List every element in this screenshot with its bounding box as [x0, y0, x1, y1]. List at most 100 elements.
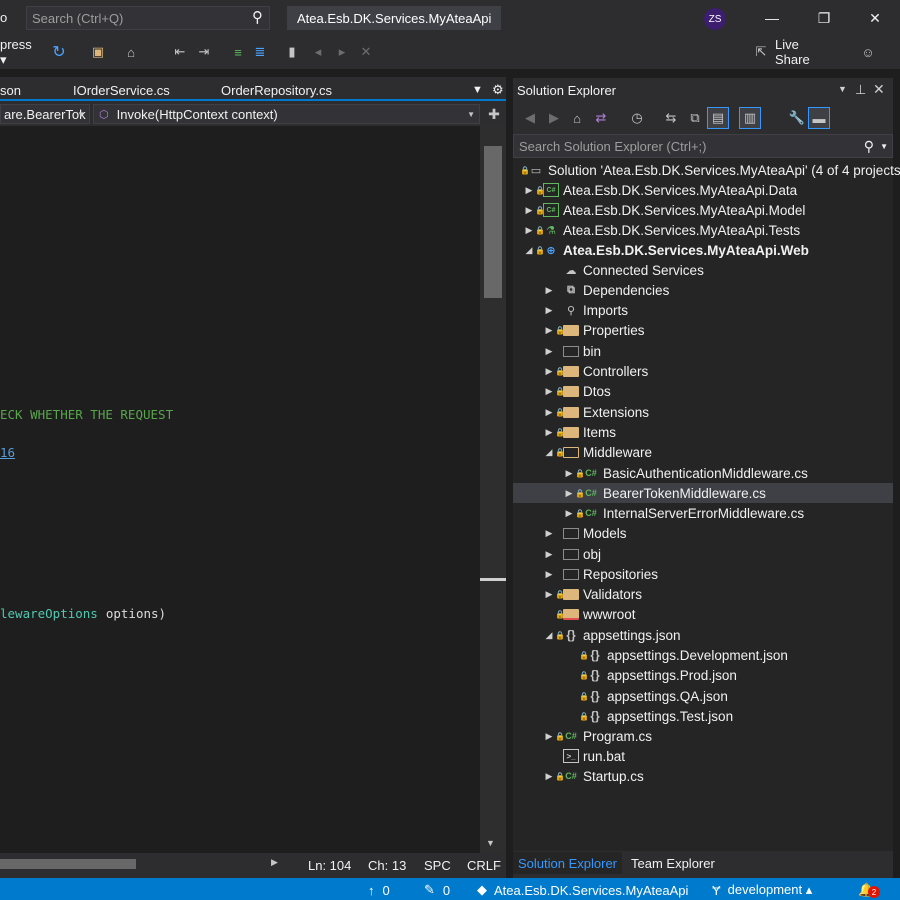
- repository-status[interactable]: ◆ Atea.Esb.DK.Services.MyAteaApi: [477, 882, 688, 898]
- tree-item-project-web[interactable]: ◢ 🔒 ⊕ Atea.Esb.DK.Services.MyAteaApi.Web: [513, 240, 893, 260]
- line-endings[interactable]: CRLF: [467, 857, 501, 873]
- editor-horizontal-scroll-thumb[interactable]: [0, 859, 136, 869]
- tree-item-basic-auth-middleware[interactable]: ▶ 🔒 C# BasicAuthenticationMiddleware.cs: [513, 463, 893, 483]
- push-status[interactable]: ↑ 0: [368, 882, 390, 898]
- expand-arrow-icon[interactable]: ▶: [543, 346, 555, 357]
- expand-arrow-icon[interactable]: ▶: [523, 205, 535, 216]
- next-bookmark-icon[interactable]: ▸: [332, 41, 352, 63]
- tree-item-appsettings[interactable]: ◢ 🔒 {} appsettings.json: [513, 625, 893, 645]
- tree-item-connected-services[interactable]: ☁ Connected Services: [513, 260, 893, 280]
- feedback-icon[interactable]: ☺: [858, 41, 878, 63]
- code-editor[interactable]: [0, 126, 480, 853]
- clear-bookmarks-icon[interactable]: ✕: [356, 41, 376, 63]
- expand-arrow-icon[interactable]: ▶: [543, 731, 555, 742]
- close-button[interactable]: ✕: [861, 6, 889, 30]
- tree-item-appsettings-development[interactable]: 🔒 {} appsettings.Development.json: [513, 645, 893, 665]
- expand-arrow-icon[interactable]: ▶: [563, 488, 575, 499]
- tree-item-wwwroot[interactable]: 🔒 wwwroot: [513, 604, 893, 624]
- editor-scroll-thumb[interactable]: [484, 146, 502, 298]
- column-number[interactable]: Ch: 13: [368, 857, 406, 873]
- expand-arrow-icon[interactable]: ▶: [543, 366, 555, 377]
- global-search-input[interactable]: Search (Ctrl+Q) ⚲: [26, 6, 270, 30]
- tree-item-repositories[interactable]: ▶ Repositories: [513, 564, 893, 584]
- tab-iorderservice[interactable]: IOrderService.cs: [73, 80, 170, 100]
- folder-icon[interactable]: ▣: [88, 41, 108, 63]
- tree-item-obj[interactable]: ▶ obj: [513, 544, 893, 564]
- tree-item-appsettings-prod[interactable]: 🔒 {} appsettings.Prod.json: [513, 665, 893, 685]
- restore-button[interactable]: ❐: [810, 6, 838, 30]
- split-icon[interactable]: ✚: [484, 104, 504, 124]
- tree-item-startup[interactable]: ▶ 🔒 C# Startup.cs: [513, 766, 893, 786]
- expand-arrow-icon[interactable]: ▶: [543, 549, 555, 560]
- minimize-button[interactable]: —: [758, 6, 786, 30]
- expand-arrow-icon[interactable]: ▶: [543, 285, 555, 296]
- tree-item-project-model[interactable]: ▶ 🔒 C# Atea.Esb.DK.Services.MyAteaApi.Mo…: [513, 200, 893, 220]
- changes-status[interactable]: ✎ 0: [424, 882, 450, 898]
- branch-status[interactable]: Ɏ development ▴: [712, 882, 812, 898]
- solution-search-input[interactable]: Search Solution Explorer (Ctrl+;) ⚲ ▼: [513, 134, 893, 158]
- home-icon[interactable]: ⌂: [120, 41, 142, 63]
- line-number[interactable]: Ln: 104: [308, 857, 351, 873]
- expand-arrow-icon[interactable]: ▶: [543, 528, 555, 539]
- tab-solution-explorer[interactable]: Solution Explorer: [513, 852, 622, 874]
- live-share-button[interactable]: Live Share: [775, 37, 837, 67]
- collapse-arrow-icon[interactable]: ◢: [543, 447, 555, 458]
- method-selector[interactable]: ⬡ Invoke(HttpContext context) ▼: [93, 104, 480, 124]
- forward-icon[interactable]: ▶: [543, 107, 565, 129]
- express-dropdown[interactable]: press ▾: [0, 37, 40, 67]
- properties-icon[interactable]: 🔧: [786, 107, 808, 129]
- close-panel-icon[interactable]: ✕: [873, 81, 885, 98]
- tree-item-models[interactable]: ▶ Models: [513, 523, 893, 543]
- expand-arrow-icon[interactable]: ▶: [543, 771, 555, 782]
- scroll-right-icon[interactable]: ▶: [271, 857, 278, 868]
- sync-icon[interactable]: ⇆: [660, 107, 682, 129]
- bookmark-icon[interactable]: ▮: [284, 41, 300, 63]
- pending-changes-icon[interactable]: ◷: [626, 107, 648, 129]
- expand-arrow-icon[interactable]: ▶: [563, 468, 575, 479]
- expand-arrow-icon[interactable]: ▶: [543, 427, 555, 438]
- tree-item-run-bat[interactable]: >_ run.bat: [513, 746, 893, 766]
- tree-item-properties[interactable]: ▶ 🔒 Properties: [513, 320, 893, 340]
- tree-item-validators[interactable]: ▶ 🔒 Validators: [513, 584, 893, 604]
- tab-orderrepository[interactable]: OrderRepository.cs: [221, 80, 332, 100]
- tree-item-controllers[interactable]: ▶ 🔒 Controllers: [513, 361, 893, 381]
- solution-root[interactable]: 🔒 ▭ Solution 'Atea.Esb.DK.Services.MyAte…: [513, 160, 900, 180]
- notifications[interactable]: 🔔 2: [858, 882, 880, 898]
- settings-icon[interactable]: ⚙: [492, 80, 504, 100]
- show-all-files-icon[interactable]: ▤: [707, 107, 729, 129]
- home-icon[interactable]: ⌂: [566, 107, 588, 129]
- tree-item-program[interactable]: ▶ 🔒 C# Program.cs: [513, 726, 893, 746]
- panel-menu-icon[interactable]: ▼: [838, 84, 847, 94]
- whitespace-mode[interactable]: SPC: [424, 857, 451, 873]
- expand-arrow-icon[interactable]: ▶: [523, 185, 535, 196]
- tree-item-project-tests[interactable]: ▶ 🔒 ⚗ Atea.Esb.DK.Services.MyAteaApi.Tes…: [513, 220, 893, 240]
- expand-arrow-icon[interactable]: ▶: [543, 589, 555, 600]
- expand-arrow-icon[interactable]: ▶: [543, 325, 555, 336]
- tree-item-bin[interactable]: ▶ bin: [513, 341, 893, 361]
- expand-arrow-icon[interactable]: ▶: [543, 407, 555, 418]
- collapse-arrow-icon[interactable]: ◢: [543, 630, 555, 641]
- collapse-arrow-icon[interactable]: ◢: [523, 245, 535, 256]
- switch-views-icon[interactable]: ⇄: [590, 107, 612, 129]
- expand-arrow-icon[interactable]: ▶: [543, 305, 555, 316]
- scroll-down-icon[interactable]: ▼: [486, 838, 495, 848]
- tree-item-imports[interactable]: ▶ ⚲ Imports: [513, 300, 893, 320]
- back-icon[interactable]: ◀: [519, 107, 541, 129]
- refresh-icon[interactable]: ↻: [44, 41, 74, 63]
- tree-item-internal-error-middleware[interactable]: ▶ 🔒 C# InternalServerErrorMiddleware.cs: [513, 503, 893, 523]
- comment-icon[interactable]: ≡: [228, 41, 248, 63]
- expand-arrow-icon[interactable]: ▶: [543, 569, 555, 580]
- code-link[interactable]: 16: [0, 445, 15, 460]
- tree-item-middleware[interactable]: ◢ 🔒 Middleware: [513, 442, 893, 462]
- tab-team-explorer[interactable]: Team Explorer: [626, 852, 720, 874]
- menu-item-partial[interactable]: o: [0, 10, 7, 25]
- avatar[interactable]: ZS: [704, 8, 726, 30]
- uncomment-icon[interactable]: ≣: [250, 41, 270, 63]
- outdent-icon[interactable]: ⇥: [194, 41, 214, 63]
- expand-arrow-icon[interactable]: ▶: [543, 386, 555, 397]
- indent-icon[interactable]: ⇤: [170, 41, 190, 63]
- tree-item-appsettings-test[interactable]: 🔒 {} appsettings.Test.json: [513, 706, 893, 726]
- expand-arrow-icon[interactable]: ▶: [523, 225, 535, 236]
- preview-icon[interactable]: ▥: [739, 107, 761, 129]
- pin-icon[interactable]: ⊥: [855, 82, 866, 98]
